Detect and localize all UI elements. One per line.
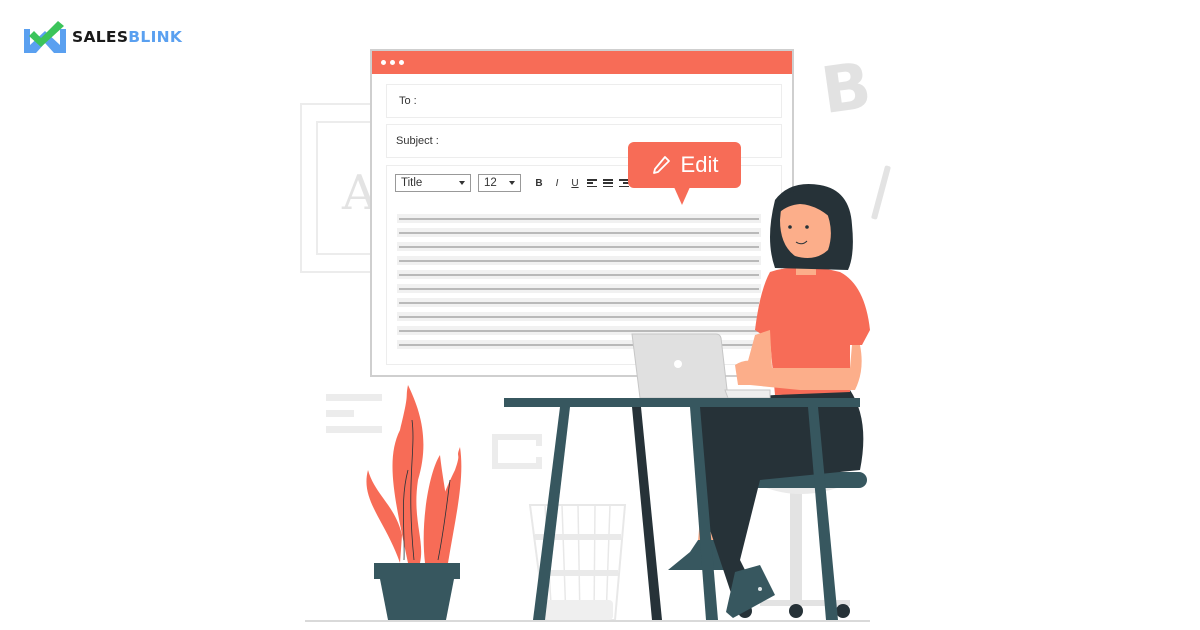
message-body-line [397,228,761,237]
pencil-icon [652,156,670,174]
window-dot-icon[interactable] [381,60,386,65]
subject-label: Subject : [396,135,439,147]
logo-text-sales: SALES [72,28,129,46]
style-select[interactable]: Title [395,174,471,192]
chevron-down-icon [509,181,515,185]
message-body-line [397,256,761,265]
decor-text-lines [326,394,382,442]
message-body-line [397,340,761,349]
message-body-line [397,298,761,307]
logo-mark-icon [24,21,66,53]
decor-italic-slash [870,165,892,220]
edit-tooltip-label: Edit [680,152,719,177]
salesblink-logo[interactable]: SALESBLINK [24,21,182,53]
decor-line [326,410,354,417]
editor-toolbar: Title 12 B I U [395,174,629,192]
to-field[interactable]: To : [386,84,782,118]
style-select-value: Title [401,177,423,189]
message-body-line [397,270,761,279]
to-label: To : [399,95,417,107]
underline-button[interactable]: U [569,178,581,189]
font-size-value: 12 [484,177,497,189]
waste-basket [528,504,627,621]
desk [504,398,860,620]
decor-bracket [492,434,542,469]
message-body-line [397,326,761,335]
message-body-line [397,214,761,223]
decor-letter-b: B [817,48,876,130]
window-dot-icon[interactable] [390,60,395,65]
font-size-select[interactable]: 12 [478,174,521,192]
italic-button[interactable]: I [551,178,563,189]
edit-tooltip[interactable]: Edit [628,142,741,205]
message-body-line [397,284,761,293]
chair [735,472,867,618]
window-titlebar [372,51,792,74]
message-body-lines [397,214,761,354]
floor-line [305,620,870,622]
message-editor[interactable]: Title 12 B I U [386,165,782,365]
chevron-down-icon [459,181,465,185]
email-compose-window: To : Subject : Title 12 B I U [370,49,794,377]
align-center-icon[interactable] [603,179,613,187]
window-dot-icon[interactable] [399,60,404,65]
message-body-line [397,312,761,321]
decor-letter-frame: A [300,103,380,273]
logo-text-blink: BLINK [128,28,183,46]
align-left-icon[interactable] [587,179,597,187]
bold-button[interactable]: B [533,178,545,189]
decor-line [326,426,382,433]
message-body-line [397,242,761,251]
logo-text: SALESBLINK [72,28,182,46]
decor-line [326,394,382,401]
